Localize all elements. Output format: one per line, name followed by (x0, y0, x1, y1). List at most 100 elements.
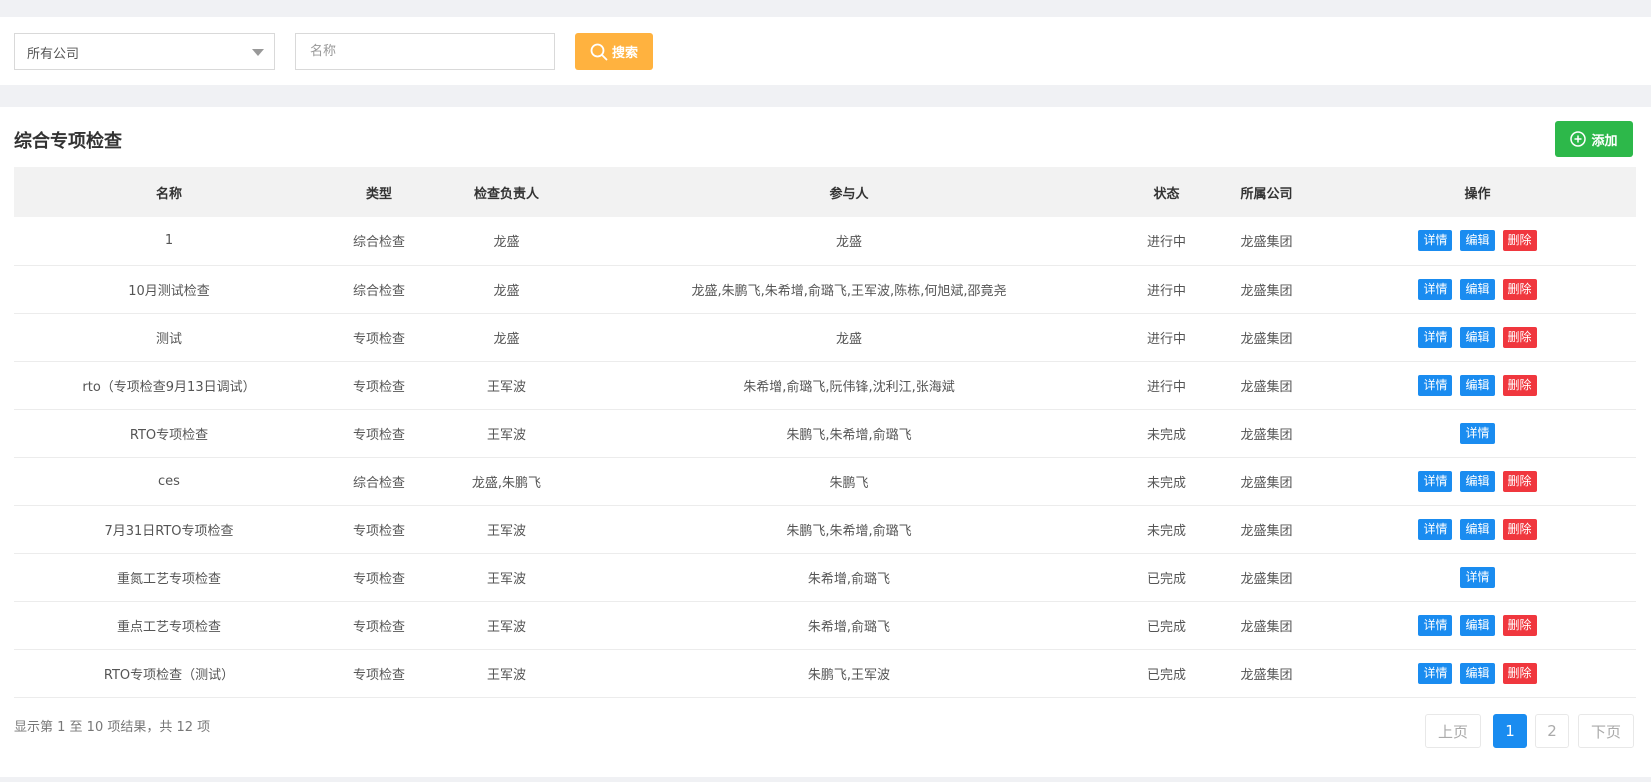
delete-button[interactable]: 删除 (1502, 470, 1537, 492)
cell-status: 已完成 (1119, 649, 1214, 698)
company-select[interactable]: 所有公司 (14, 33, 275, 70)
cell-name: 1 (14, 217, 324, 266)
cell-status: 进行中 (1119, 361, 1214, 410)
prev-page-button[interactable]: 上页 (1425, 714, 1481, 748)
edit-button[interactable]: 编辑 (1460, 470, 1495, 492)
edit-button[interactable]: 编辑 (1460, 374, 1495, 396)
cell-name: RTO专项检查（测试） (14, 649, 324, 698)
cell-type: 专项检查 (324, 553, 434, 602)
name-search-input[interactable] (295, 33, 555, 70)
cell-type: 专项检查 (324, 361, 434, 410)
cell-name: ces (14, 457, 324, 506)
page-1-button[interactable]: 1 (1493, 714, 1527, 748)
cell-participants: 龙盛 (579, 313, 1119, 362)
page-2-button[interactable]: 2 (1535, 714, 1569, 748)
cell-name: 重点工艺专项检查 (14, 601, 324, 650)
cell-participants: 龙盛,朱鹏飞,朱希增,俞璐飞,王军波,陈栋,何旭斌,邵竟尧 (579, 265, 1119, 314)
cell-status: 进行中 (1119, 313, 1214, 362)
cell-actions: 详情 编辑 删除 (1319, 217, 1636, 266)
delete-button[interactable]: 删除 (1502, 614, 1537, 636)
cell-participants: 朱希增,俞璐飞 (579, 601, 1119, 650)
cell-actions: 详情 编辑 删除 (1319, 361, 1636, 410)
column-header-type: 类型 (324, 167, 434, 217)
detail-button[interactable]: 详情 (1418, 662, 1453, 684)
detail-button[interactable]: 详情 (1418, 470, 1453, 492)
edit-button[interactable]: 编辑 (1460, 614, 1495, 636)
cell-name: 测试 (14, 313, 324, 362)
cell-actions: 详情 (1319, 553, 1636, 602)
page-title: 综合专项检查 (14, 131, 122, 152)
table-row: RTO专项检查（测试） 专项检查 王军波 朱鹏飞,王军波 已完成 龙盛集团 详情… (14, 649, 1636, 698)
cell-company: 龙盛集团 (1214, 457, 1319, 506)
delete-button[interactable]: 删除 (1502, 662, 1537, 684)
delete-button[interactable]: 删除 (1502, 278, 1537, 300)
detail-button[interactable]: 详情 (1460, 566, 1495, 588)
cell-status: 已完成 (1119, 553, 1214, 602)
filter-bar: 所有公司 搜索 (0, 17, 1651, 85)
table-row: 重氮工艺专项检查 专项检查 王军波 朱希增,俞璐飞 已完成 龙盛集团 详情 (14, 553, 1636, 602)
cell-actions: 详情 编辑 删除 (1319, 457, 1636, 506)
cell-lead: 王军波 (434, 505, 579, 554)
cell-name: 7月31日RTO专项检查 (14, 505, 324, 554)
cell-participants: 朱鹏飞 (579, 457, 1119, 506)
table-row: 1 综合检查 龙盛 龙盛 进行中 龙盛集团 详情 编辑 删除 (14, 217, 1636, 266)
detail-button[interactable]: 详情 (1418, 518, 1453, 540)
detail-button[interactable]: 详情 (1418, 278, 1453, 300)
cell-status: 已完成 (1119, 601, 1214, 650)
cell-name: rto（专项检查9月13日调试） (14, 361, 324, 410)
delete-button[interactable]: 删除 (1502, 374, 1537, 396)
delete-button[interactable]: 删除 (1502, 230, 1537, 252)
cell-participants: 朱鹏飞,朱希增,俞璐飞 (579, 409, 1119, 458)
detail-button[interactable]: 详情 (1418, 230, 1453, 252)
edit-button[interactable]: 编辑 (1460, 230, 1495, 252)
cell-actions: 详情 (1319, 409, 1636, 458)
cell-company: 龙盛集团 (1214, 553, 1319, 602)
search-button[interactable]: 搜索 (575, 33, 653, 70)
detail-button[interactable]: 详情 (1418, 614, 1453, 636)
company-select-value: 所有公司 (27, 47, 80, 62)
cell-lead: 龙盛 (434, 313, 579, 362)
pagination-summary: 显示第 1 至 10 项结果，共 12 项 (14, 720, 211, 735)
next-page-button[interactable]: 下页 (1578, 714, 1634, 748)
cell-company: 龙盛集团 (1214, 505, 1319, 554)
column-header-company: 所属公司 (1214, 167, 1319, 217)
table-row: 重点工艺专项检查 专项检查 王军波 朱希增,俞璐飞 已完成 龙盛集团 详情 编辑删… (14, 601, 1636, 650)
table-row: rto（专项检查9月13日调试） 专项检查 王军波 朱希增,俞璐飞,阮伟锋,沈利… (14, 361, 1636, 410)
cell-company: 龙盛集团 (1214, 409, 1319, 458)
cell-type: 专项检查 (324, 649, 434, 698)
inspection-table: 名称 类型 检查负责人 参与人 状态 所属公司 操作 1 综合检查 龙盛 龙盛 … (14, 167, 1636, 698)
cell-lead: 龙盛 (434, 217, 579, 266)
edit-button[interactable]: 编辑 (1460, 326, 1495, 348)
detail-button[interactable]: 详情 (1418, 326, 1453, 348)
cell-name: RTO专项检查 (14, 409, 324, 458)
delete-button[interactable]: 删除 (1502, 326, 1537, 348)
cell-status: 未完成 (1119, 457, 1214, 506)
edit-button[interactable]: 编辑 (1460, 518, 1495, 540)
add-button-label: 添加 (1591, 133, 1618, 149)
detail-button[interactable]: 详情 (1460, 422, 1495, 444)
search-icon (590, 43, 608, 60)
table-row: RTO专项检查 专项检查 王军波 朱鹏飞,朱希增,俞璐飞 未完成 龙盛集团 详情 (14, 409, 1636, 458)
table-row: 测试 专项检查 龙盛 龙盛 进行中 龙盛集团 详情 编辑 删除 (14, 313, 1636, 362)
column-header-actions: 操作 (1319, 167, 1636, 217)
cell-type: 综合检查 (324, 457, 434, 506)
cell-status: 未完成 (1119, 505, 1214, 554)
cell-type: 专项检查 (324, 505, 434, 554)
column-header-name: 名称 (14, 167, 324, 217)
detail-button[interactable]: 详情 (1418, 374, 1453, 396)
cell-lead: 龙盛,朱鹏飞 (434, 457, 579, 506)
cell-participants: 朱希增,俞璐飞,阮伟锋,沈利江,张海斌 (579, 361, 1119, 410)
delete-button[interactable]: 删除 (1502, 518, 1537, 540)
cell-company: 龙盛集团 (1214, 361, 1319, 410)
cell-status: 进行中 (1119, 217, 1214, 266)
cell-actions: 详情 编辑 删除 (1319, 649, 1636, 698)
cell-company: 龙盛集团 (1214, 313, 1319, 362)
table-row: 10月测试检查 综合检查 龙盛 龙盛,朱鹏飞,朱希增,俞璐飞,王军波,陈栋,何旭… (14, 265, 1636, 314)
cell-company: 龙盛集团 (1214, 649, 1319, 698)
edit-button[interactable]: 编辑 (1460, 278, 1495, 300)
column-header-status: 状态 (1119, 167, 1214, 217)
add-button[interactable]: 添加 (1555, 121, 1633, 157)
cell-lead: 王军波 (434, 601, 579, 650)
plus-circle-icon (1570, 131, 1587, 147)
edit-button[interactable]: 编辑 (1460, 662, 1495, 684)
